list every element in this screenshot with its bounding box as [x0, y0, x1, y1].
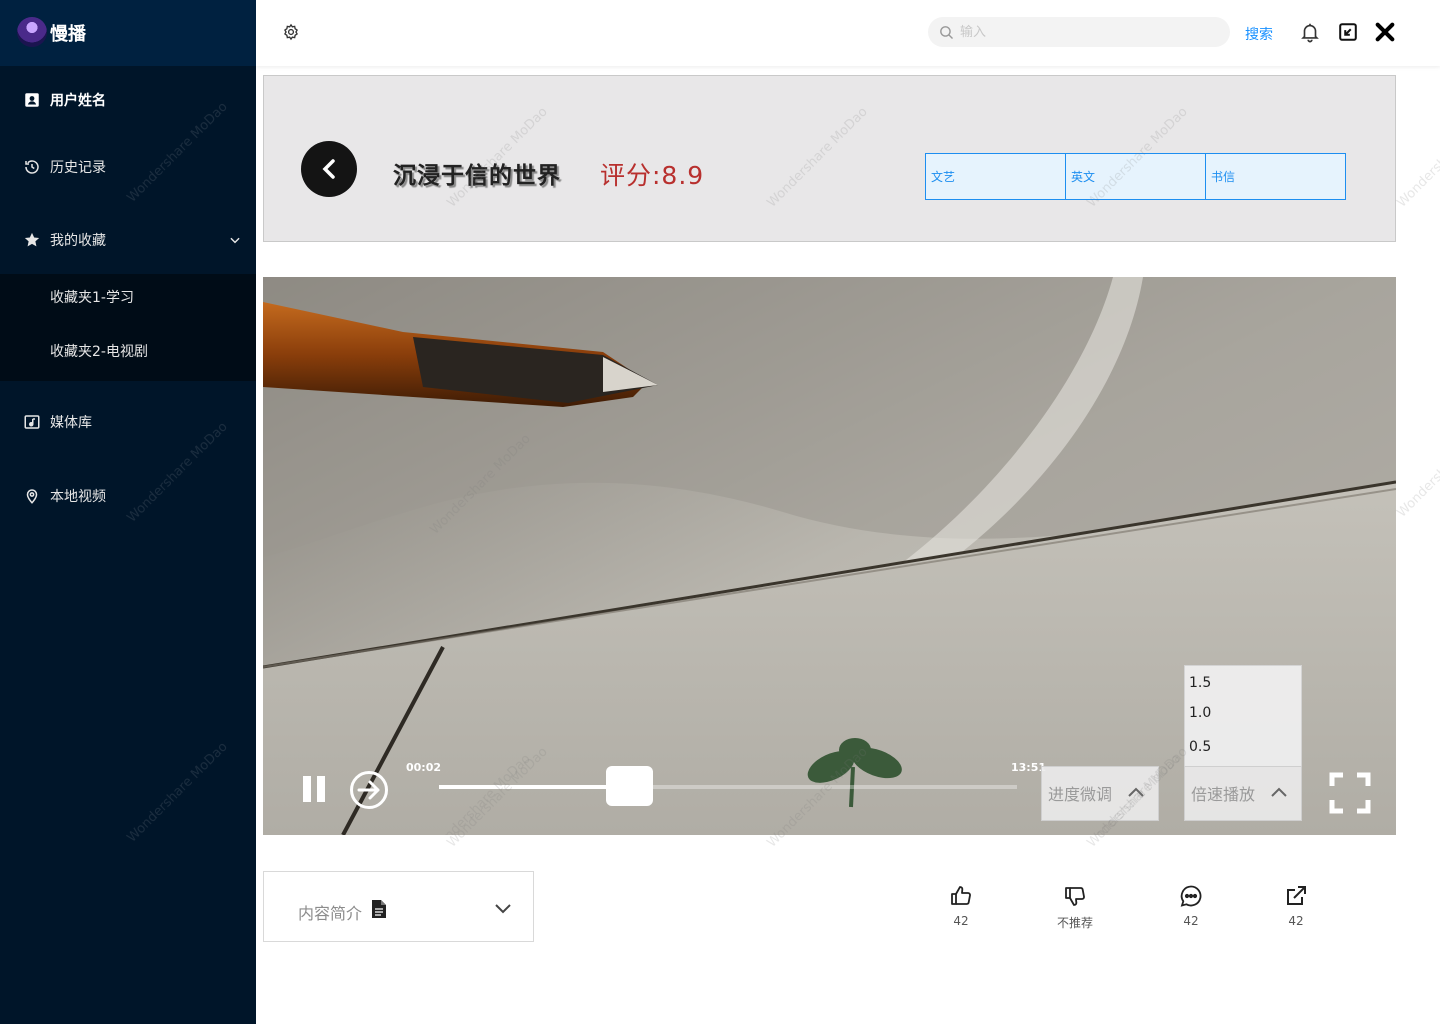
speed-menu: 1.5 1.0 0.5: [1184, 665, 1302, 767]
share-button[interactable]: 42: [1266, 884, 1326, 928]
document-icon: [372, 900, 386, 918]
tag-list: 文艺 英文 书信: [925, 153, 1346, 200]
top-header: 搜索: [256, 0, 1440, 66]
fine-tune-button[interactable]: 进度微调: [1041, 766, 1159, 821]
sidebar-item-label: 用户姓名: [50, 93, 106, 109]
speed-option[interactable]: 1.5: [1189, 675, 1211, 691]
history-icon: [25, 160, 39, 174]
comment-button[interactable]: 42: [1161, 884, 1221, 928]
sidebar-item-label: 本地视频: [50, 489, 106, 505]
chevron-down-icon: [495, 904, 511, 914]
user-badge-icon: [25, 93, 39, 107]
chevron-down-icon: [230, 237, 240, 244]
progress-bar[interactable]: [439, 766, 1017, 806]
music-library-icon: [24, 415, 40, 429]
dislike-label: 不推荐: [1056, 916, 1093, 930]
video-rating: 评分:8.9: [600, 161, 705, 190]
search-button[interactable]: 搜索: [1245, 24, 1273, 44]
video-info-panel: 沉浸于信的世界 评分:8.9 文艺 英文 书信: [263, 75, 1396, 242]
sidebar-item-history[interactable]: 历史记录: [0, 147, 256, 187]
gear-icon[interactable]: [282, 23, 300, 41]
app-name: 慢播: [50, 24, 86, 45]
content-intro-dropdown[interactable]: 内容简介: [263, 871, 534, 942]
search-icon: [940, 26, 954, 40]
thumbs-up-icon: [951, 886, 971, 905]
pause-icon[interactable]: [301, 775, 329, 803]
progress-thumb[interactable]: [606, 766, 654, 806]
like-count: 42: [953, 914, 969, 928]
chevron-left-icon: [322, 159, 335, 179]
comment-count: 42: [1183, 914, 1199, 928]
intro-label: 内容简介: [298, 904, 363, 923]
share-external-icon: [1287, 886, 1306, 905]
star-icon: [24, 232, 40, 247]
sidebar-item-label: 我的收藏: [50, 233, 106, 249]
speed-option[interactable]: 1.0: [1189, 705, 1211, 721]
chevron-up-icon: [1128, 787, 1144, 797]
sidebar-item-label: 媒体库: [50, 415, 92, 431]
dislike-button[interactable]: 不推荐: [1045, 884, 1105, 931]
tag-item[interactable]: 文艺: [926, 154, 1065, 199]
folder-label: 收藏夹1-学习: [50, 290, 134, 306]
search-box: [928, 17, 1230, 47]
fine-tune-label: 进度微调: [1048, 785, 1113, 804]
like-button[interactable]: 42: [931, 884, 991, 928]
folder-label: 收藏夹2-电视剧: [50, 344, 148, 360]
watermark: Wondershare MoDao: [1394, 414, 1440, 521]
speed-label: 倍速播放: [1191, 785, 1256, 804]
sidebar-item-favorites[interactable]: 我的收藏: [0, 220, 256, 260]
back-button[interactable]: [301, 141, 357, 197]
sidebar-item-label: 历史记录: [50, 160, 106, 176]
favorites-submenu: 收藏夹1-学习 收藏夹2-电视剧: [0, 274, 256, 381]
search-input[interactable]: [960, 21, 1210, 43]
chevron-up-icon: [1271, 787, 1287, 797]
speed-button[interactable]: 倍速播放: [1184, 766, 1302, 821]
app-logo-icon: [17, 17, 47, 47]
share-count: 42: [1288, 914, 1304, 928]
speed-option[interactable]: 0.5: [1189, 739, 1211, 755]
sidebar-item-user[interactable]: 用户姓名: [0, 80, 256, 120]
sidebar-item-folder-2[interactable]: 收藏夹2-电视剧: [0, 331, 256, 371]
next-arrow-icon[interactable]: [349, 770, 389, 810]
fullscreen-icon[interactable]: [1329, 772, 1371, 814]
video-player[interactable]: 00:02 13:51 1.5 1.0 0.5 进度微调 倍速播放 Wonder…: [263, 277, 1396, 835]
watermark: Wondershare MoDao: [124, 739, 231, 846]
video-title: 沉浸于信的世界: [393, 163, 561, 189]
thumbs-down-icon: [1065, 887, 1085, 906]
sidebar-item-folder-1[interactable]: 收藏夹1-学习: [0, 277, 256, 317]
current-time: 00:02: [406, 761, 442, 774]
comment-icon: [1180, 885, 1202, 907]
minimize-window-icon[interactable]: [1337, 21, 1359, 43]
sidebar: 慢播 用户姓名 历史记录 我的收藏 收藏夹1-学习 收藏夹2-电视剧 媒体库 本…: [0, 0, 256, 1024]
tag-item[interactable]: 书信: [1205, 154, 1345, 199]
logo-bar: 慢播: [0, 0, 256, 66]
watermark: Wondershare MoDao: [1394, 104, 1440, 211]
sidebar-item-library[interactable]: 媒体库: [0, 402, 256, 442]
progress-fill: [439, 785, 630, 789]
close-icon[interactable]: [1374, 21, 1396, 43]
tag-item[interactable]: 英文: [1065, 154, 1205, 199]
sidebar-item-local[interactable]: 本地视频: [0, 476, 256, 516]
bell-icon[interactable]: [1299, 21, 1321, 43]
location-pin-icon: [26, 489, 38, 504]
